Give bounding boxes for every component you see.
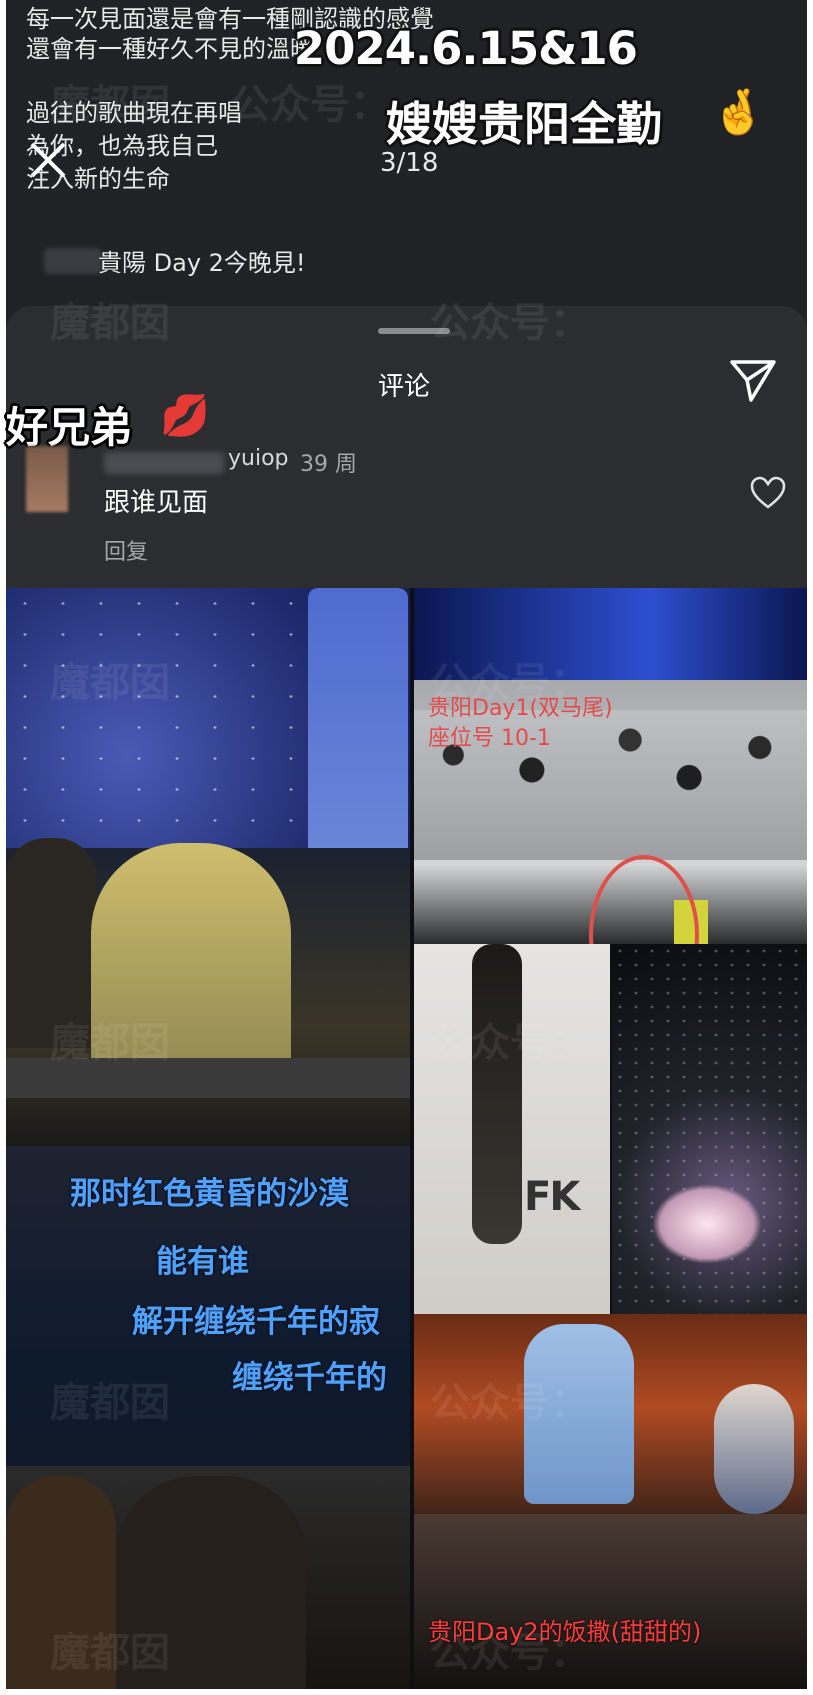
photo-day2-stage: 贵阳Day2的饭撒(甜甜的) bbox=[414, 1314, 807, 1689]
day1-label: 贵阳Day1(双马尾) bbox=[428, 696, 613, 721]
story-counter: 3/18 bbox=[380, 148, 439, 178]
shirt-print: FK bbox=[524, 1174, 580, 1220]
overlay-date: 2024.6.15&16 bbox=[293, 22, 638, 75]
photo-stage-hood bbox=[6, 588, 410, 1146]
lyric-line-1: 那时红色黄昏的沙漠 bbox=[70, 1176, 349, 1212]
singer-figure bbox=[524, 1324, 634, 1504]
crowd bbox=[414, 1514, 807, 1689]
comments-title: 评论 bbox=[378, 372, 431, 402]
photo-blue-stage bbox=[414, 588, 807, 680]
photo-selfie: FK bbox=[414, 944, 610, 1314]
lyric-line-2: 能有谁 bbox=[156, 1244, 249, 1280]
avatar[interactable] bbox=[26, 446, 68, 512]
performer-figure bbox=[714, 1384, 794, 1514]
person-silhouette bbox=[6, 838, 96, 1048]
overlay-label-brothers: 好兄弟 bbox=[6, 403, 133, 452]
hair bbox=[472, 944, 522, 1244]
heart-glow bbox=[652, 1184, 762, 1264]
comment-text: 跟谁见面 bbox=[104, 488, 209, 518]
day2-caption: 贵阳Day2的饭撒(甜甜的) bbox=[428, 1618, 702, 1646]
comment-time: 39 周 bbox=[300, 452, 357, 477]
send-icon[interactable] bbox=[729, 358, 777, 404]
railing bbox=[6, 1058, 410, 1098]
caption-line-6: 貴陽 Day 2今晚見! bbox=[98, 249, 306, 277]
reply-button[interactable]: 回复 bbox=[104, 534, 148, 566]
audience-head bbox=[116, 1476, 306, 1689]
comment-username[interactable]: yuiop bbox=[228, 446, 289, 471]
lyric-line-3: 解开缠绕千年的寂 bbox=[132, 1304, 380, 1340]
red-circle-mark bbox=[589, 855, 699, 944]
photo-collage: 那时红色黄昏的沙漠 能有谁 解开缠绕千年的寂 缠绕千年的 贵阳Day1(双马尾)… bbox=[6, 588, 807, 1689]
lips-icon: 💋 bbox=[160, 393, 210, 439]
close-icon[interactable] bbox=[28, 140, 68, 180]
photo-seating: 贵阳Day1(双马尾) 座位号 10-1 bbox=[414, 680, 807, 944]
blurred-username-prefix bbox=[104, 452, 224, 474]
seat-number-label: 座位号 10-1 bbox=[428, 726, 551, 751]
photo-lyrics-screen: 那时红色黄昏的沙漠 能有谁 解开缠绕千年的寂 缠绕千年的 bbox=[6, 1146, 410, 1689]
photo-night-lights bbox=[612, 944, 807, 1314]
performer-figure bbox=[308, 588, 408, 858]
crossed-fingers-icon: 🤞 bbox=[711, 87, 766, 138]
overlay-title: 嫂嫂贵阳全勤 bbox=[386, 97, 662, 151]
heart-icon[interactable] bbox=[750, 476, 786, 510]
blurred-username bbox=[44, 248, 102, 274]
caption-line-3: 過往的歌曲現在再唱 bbox=[26, 99, 242, 127]
lyric-line-4: 缠绕千年的 bbox=[232, 1360, 387, 1396]
hooded-figure bbox=[91, 843, 291, 1083]
story-caption-area: 每一次見面還是會有一種剛認識的感覺 還會有一種好久不見的溫暖 過往的歌曲現在再唱… bbox=[6, 0, 807, 330]
audience-head bbox=[6, 1476, 116, 1689]
drag-handle[interactable] bbox=[378, 328, 450, 334]
caption-line-2: 還會有一種好久不見的溫暖 bbox=[26, 35, 314, 63]
